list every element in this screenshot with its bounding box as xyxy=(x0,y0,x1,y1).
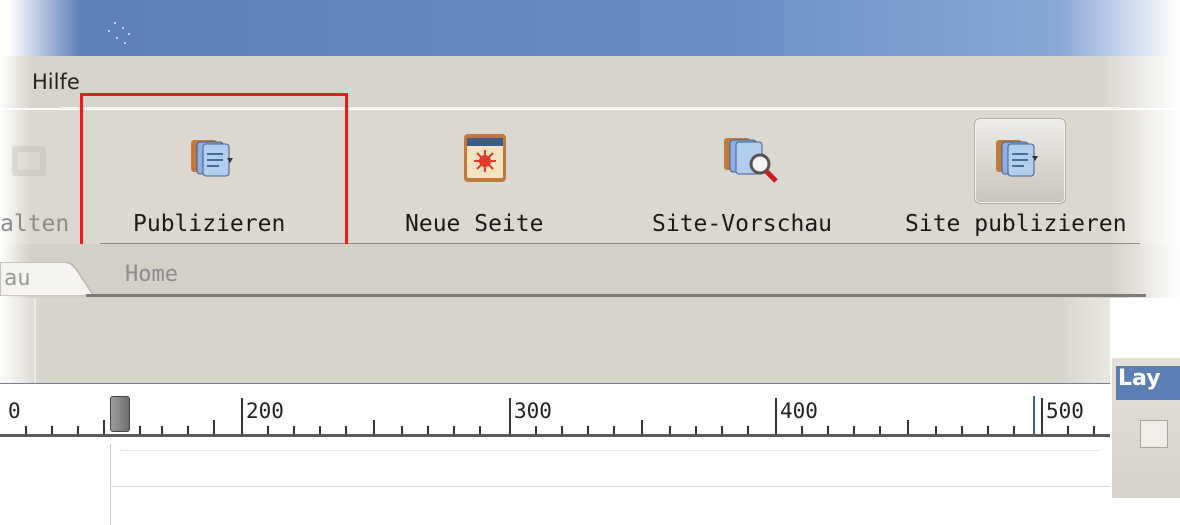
tab-bar-underline xyxy=(86,294,1146,297)
tab-active[interactable]: au xyxy=(0,261,96,297)
ruler-label-200: 200 xyxy=(246,399,284,423)
title-bar xyxy=(0,0,1180,56)
highlight-box xyxy=(80,93,348,263)
menu-item-hilfe[interactable]: Hilfe xyxy=(32,70,80,94)
partial-button-label: alten xyxy=(0,211,70,237)
site-publish-icon[interactable] xyxy=(988,128,1048,188)
ruler-label-400: 400 xyxy=(780,399,818,423)
ruler-label-300: 300 xyxy=(514,399,552,423)
site-vorschau-label[interactable]: Site-Vorschau xyxy=(652,211,832,237)
layer-checkbox[interactable] xyxy=(1140,420,1168,448)
partial-button-icon xyxy=(6,138,52,184)
layer-panel-title[interactable]: Lay xyxy=(1116,366,1180,400)
neue-seite-label[interactable]: Neue Seite xyxy=(405,211,543,237)
site-preview-icon[interactable] xyxy=(718,128,778,188)
tab-home[interactable]: Home xyxy=(125,262,178,287)
ruler-bottom-border xyxy=(0,434,1110,437)
new-page-icon[interactable] xyxy=(455,128,515,188)
ruler-marker-handle[interactable] xyxy=(110,396,130,432)
content-panel xyxy=(0,298,1110,384)
window-grip-icon xyxy=(100,18,140,48)
canvas-area xyxy=(0,444,1110,525)
ruler-label-start: 0 xyxy=(8,399,21,423)
tab-active-label: au xyxy=(4,266,31,291)
ruler-label-500: 500 xyxy=(1046,399,1084,423)
panel-divider xyxy=(34,298,36,384)
site-publizieren-label[interactable]: Site publizieren xyxy=(905,211,1127,237)
